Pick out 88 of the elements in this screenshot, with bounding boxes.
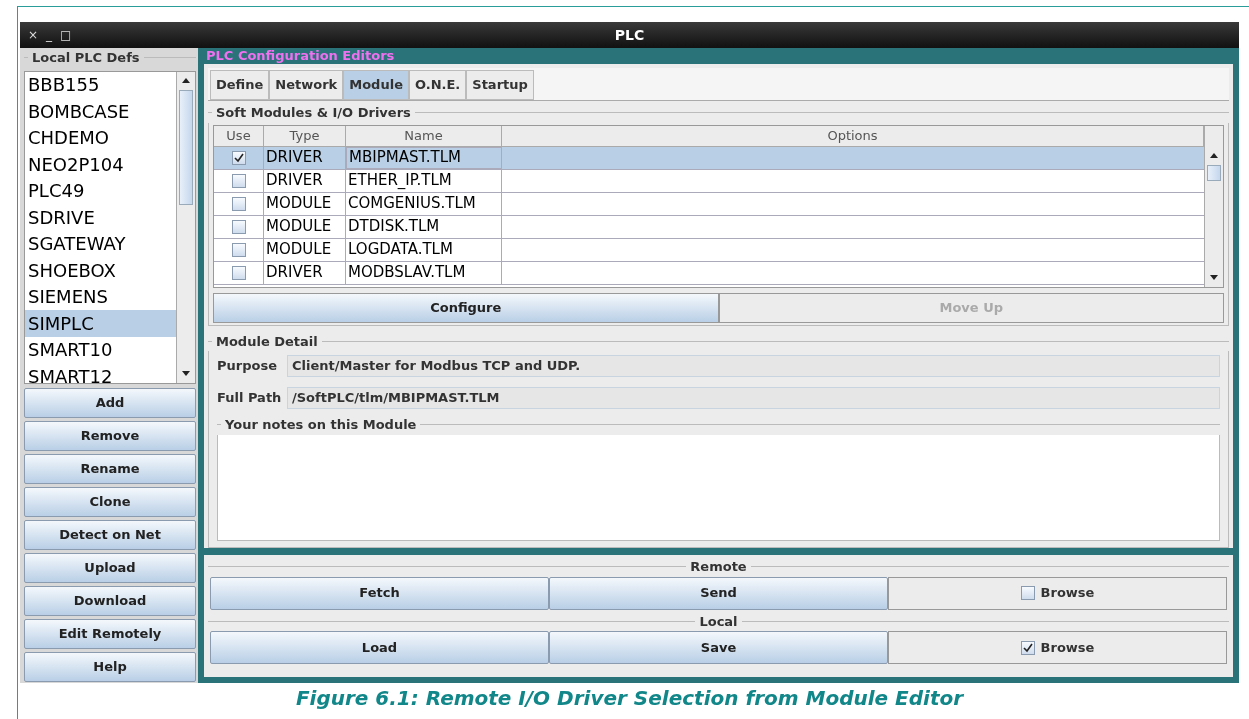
group-title: Local (699, 612, 738, 631)
table-cell: MODULE (264, 192, 346, 215)
sidebar-button[interactable]: Rename (24, 453, 196, 484)
table-cell: LOGDATA.TLM (346, 238, 502, 261)
window-title: PLC (614, 25, 645, 45)
checkmark-icon (233, 152, 244, 163)
group-title: Module Detail (216, 332, 318, 351)
list-item[interactable]: CHDEMO (25, 124, 176, 151)
browse-checkbox[interactable]: Browse (888, 631, 1227, 664)
column-header[interactable]: Type (264, 125, 346, 146)
panel-title: PLC Configuration Editors (205, 48, 396, 64)
transfer-button[interactable]: Save (549, 631, 888, 664)
sidebar-button[interactable]: Add (24, 387, 196, 418)
table-row[interactable]: MODULE DTDISK.TLM (214, 215, 1204, 239)
group-title: Your notes on this Module (225, 416, 417, 434)
list-item[interactable]: BBB155 (25, 71, 176, 98)
checkbox[interactable] (231, 196, 246, 211)
tab[interactable]: O.N.E. (408, 70, 467, 100)
checkbox[interactable] (1020, 640, 1035, 655)
table-cell: MODULE (264, 238, 346, 261)
list-item[interactable]: SDRIVE (25, 204, 176, 231)
transfer-button[interactable]: Load (210, 631, 549, 664)
table-cell: DTDISK.TLM (346, 215, 502, 238)
checkbox[interactable] (231, 242, 246, 257)
tab[interactable]: Startup (466, 70, 534, 100)
group-title: Remote (690, 558, 747, 576)
group-title: Local PLC Defs (32, 49, 140, 67)
column-header[interactable]: Use (214, 125, 264, 146)
checkbox[interactable] (231, 150, 246, 165)
sidebar-button[interactable]: Clone (24, 486, 196, 517)
window-control[interactable]: × (28, 26, 39, 44)
list-item[interactable]: SIEMENS (25, 283, 176, 310)
sidebar-button[interactable]: Detect on Net (24, 519, 196, 550)
up-arrow-icon[interactable] (182, 78, 190, 83)
table-cell: DRIVER (264, 169, 346, 192)
field-label: Purpose (217, 357, 278, 376)
list-item[interactable]: SIMPLC (25, 310, 176, 337)
list-item[interactable]: SMART10 (25, 336, 176, 363)
tab[interactable]: Network (269, 70, 344, 100)
list-item[interactable]: BOMBCASE (25, 98, 176, 125)
text-field[interactable]: /SoftPLC/tlm/MBIPMAST.TLM (287, 387, 1220, 409)
table-row[interactable]: DRIVER ETHER_IP.TLM (214, 169, 1204, 193)
list-item[interactable]: SGATEWAY (25, 230, 176, 257)
list-item[interactable]: NEO2P104 (25, 151, 176, 178)
browse-checkbox[interactable]: Browse (888, 576, 1227, 610)
table-row[interactable]: MODULE LOGDATA.TLM (214, 238, 1204, 262)
table-cell: ETHER_IP.TLM (346, 169, 502, 192)
table-cell: MODBSLAV.TLM (346, 261, 502, 284)
tab[interactable]: Module (343, 70, 409, 100)
text-field[interactable]: Client/Master for Modbus TCP and UDP. (287, 355, 1220, 377)
window-control[interactable]: □ (60, 26, 72, 44)
table-row[interactable]: DRIVER MBIPMAST.TLM (214, 146, 1204, 170)
scrollbar[interactable] (1204, 125, 1223, 287)
up-arrow-icon[interactable] (1210, 153, 1218, 158)
table-cell: COMGENIUS.TLM (346, 192, 502, 215)
scrollbar[interactable] (176, 71, 195, 383)
list-item[interactable]: SHOEBOX (25, 257, 176, 284)
sidebar-button[interactable]: Help (24, 651, 196, 682)
column-header[interactable]: Name (346, 125, 502, 146)
group-title: Soft Modules & I/O Drivers (216, 104, 411, 122)
checkbox[interactable] (231, 173, 246, 188)
checkbox[interactable] (231, 219, 246, 234)
list-item[interactable]: PLC49 (25, 177, 176, 204)
tab[interactable]: Define (210, 70, 270, 100)
field-label: Full Path (217, 389, 281, 408)
table-cell: MBIPMAST.TLM (346, 146, 502, 169)
figure-caption: Figure 6.1: Remote I/O Driver Selection from Module Editor (295, 685, 964, 712)
table-cell: DRIVER (264, 146, 346, 169)
sidebar-button[interactable]: Download (24, 585, 196, 616)
table-row[interactable]: MODULE COMGENIUS.TLM (214, 192, 1204, 216)
scroll-thumb[interactable] (179, 89, 193, 205)
action-button[interactable]: Configure (213, 292, 719, 323)
list-item[interactable]: SMART12 (25, 363, 176, 390)
table-row[interactable]: DRIVER MODBSLAV.TLM (214, 261, 1204, 285)
scroll-thumb[interactable] (1207, 164, 1221, 181)
sidebar-button[interactable]: Edit Remotely (24, 618, 196, 649)
transfer-button[interactable]: Send (549, 576, 888, 610)
transfer-button[interactable]: Fetch (210, 576, 549, 610)
checkbox[interactable] (1020, 586, 1035, 600)
down-arrow-icon[interactable] (182, 371, 190, 376)
sidebar-button[interactable]: Upload (24, 552, 196, 583)
window-control[interactable]: _ (46, 26, 53, 44)
table-cell: MODULE (264, 215, 346, 238)
down-arrow-icon[interactable] (1210, 275, 1218, 280)
sidebar-button[interactable]: Remove (24, 420, 196, 451)
checkmark-icon (1022, 642, 1033, 653)
checkbox[interactable] (231, 265, 246, 280)
table-cell: DRIVER (264, 261, 346, 284)
